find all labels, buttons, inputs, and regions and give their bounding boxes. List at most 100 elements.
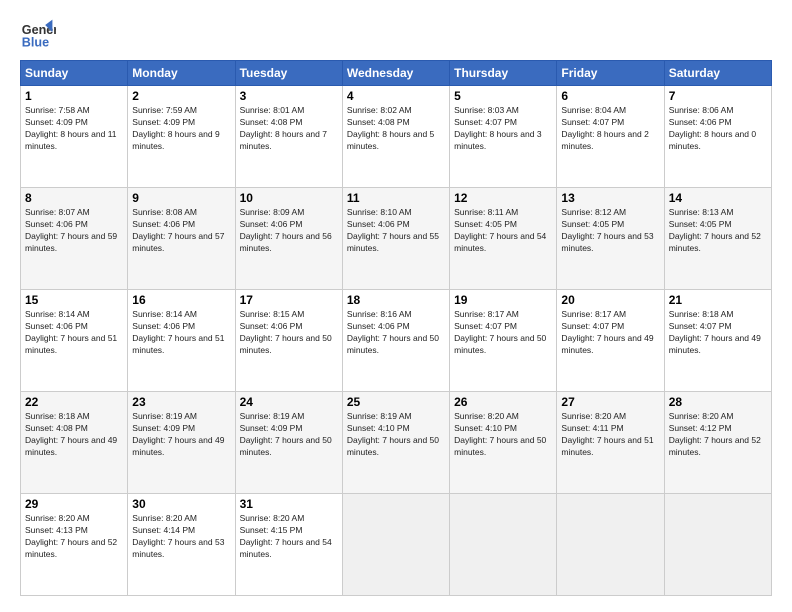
day-number: 17 — [240, 293, 338, 307]
day-cell: 14 Sunrise: 8:13 AMSunset: 4:05 PMDaylig… — [664, 188, 771, 290]
day-cell: 31 Sunrise: 8:20 AMSunset: 4:15 PMDaylig… — [235, 494, 342, 596]
logo: General Blue — [20, 16, 60, 52]
day-details: Sunrise: 8:17 AMSunset: 4:07 PMDaylight:… — [454, 309, 546, 355]
day-number: 4 — [347, 89, 445, 103]
day-number: 16 — [132, 293, 230, 307]
day-number: 24 — [240, 395, 338, 409]
day-details: Sunrise: 8:20 AMSunset: 4:10 PMDaylight:… — [454, 411, 546, 457]
logo-icon: General Blue — [20, 16, 56, 52]
day-number: 10 — [240, 191, 338, 205]
day-number: 5 — [454, 89, 552, 103]
day-number: 11 — [347, 191, 445, 205]
day-number: 9 — [132, 191, 230, 205]
day-details: Sunrise: 8:16 AMSunset: 4:06 PMDaylight:… — [347, 309, 439, 355]
day-number: 18 — [347, 293, 445, 307]
day-cell: 5 Sunrise: 8:03 AMSunset: 4:07 PMDayligh… — [450, 86, 557, 188]
day-cell: 8 Sunrise: 8:07 AMSunset: 4:06 PMDayligh… — [21, 188, 128, 290]
day-number: 27 — [561, 395, 659, 409]
day-details: Sunrise: 8:20 AMSunset: 4:11 PMDaylight:… — [561, 411, 653, 457]
day-cell: 10 Sunrise: 8:09 AMSunset: 4:06 PMDaylig… — [235, 188, 342, 290]
week-row-4: 29 Sunrise: 8:20 AMSunset: 4:13 PMDaylig… — [21, 494, 772, 596]
day-details: Sunrise: 8:04 AMSunset: 4:07 PMDaylight:… — [561, 105, 648, 151]
day-cell: 13 Sunrise: 8:12 AMSunset: 4:05 PMDaylig… — [557, 188, 664, 290]
day-number: 28 — [669, 395, 767, 409]
day-cell: 18 Sunrise: 8:16 AMSunset: 4:06 PMDaylig… — [342, 290, 449, 392]
header-monday: Monday — [128, 61, 235, 86]
day-cell — [342, 494, 449, 596]
header-wednesday: Wednesday — [342, 61, 449, 86]
day-details: Sunrise: 8:08 AMSunset: 4:06 PMDaylight:… — [132, 207, 224, 253]
day-cell: 1 Sunrise: 7:58 AMSunset: 4:09 PMDayligh… — [21, 86, 128, 188]
day-number: 1 — [25, 89, 123, 103]
day-cell: 26 Sunrise: 8:20 AMSunset: 4:10 PMDaylig… — [450, 392, 557, 494]
svg-text:Blue: Blue — [22, 36, 49, 50]
day-number: 7 — [669, 89, 767, 103]
day-cell: 19 Sunrise: 8:17 AMSunset: 4:07 PMDaylig… — [450, 290, 557, 392]
day-details: Sunrise: 8:20 AMSunset: 4:14 PMDaylight:… — [132, 513, 224, 559]
day-details: Sunrise: 8:19 AMSunset: 4:09 PMDaylight:… — [240, 411, 332, 457]
day-number: 29 — [25, 497, 123, 511]
day-details: Sunrise: 8:01 AMSunset: 4:08 PMDaylight:… — [240, 105, 327, 151]
day-number: 31 — [240, 497, 338, 511]
day-cell — [664, 494, 771, 596]
day-number: 19 — [454, 293, 552, 307]
day-cell: 3 Sunrise: 8:01 AMSunset: 4:08 PMDayligh… — [235, 86, 342, 188]
day-details: Sunrise: 8:15 AMSunset: 4:06 PMDaylight:… — [240, 309, 332, 355]
day-cell: 21 Sunrise: 8:18 AMSunset: 4:07 PMDaylig… — [664, 290, 771, 392]
week-row-1: 8 Sunrise: 8:07 AMSunset: 4:06 PMDayligh… — [21, 188, 772, 290]
day-details: Sunrise: 8:06 AMSunset: 4:06 PMDaylight:… — [669, 105, 756, 151]
day-number: 25 — [347, 395, 445, 409]
day-number: 14 — [669, 191, 767, 205]
header-friday: Friday — [557, 61, 664, 86]
day-cell: 9 Sunrise: 8:08 AMSunset: 4:06 PMDayligh… — [128, 188, 235, 290]
day-details: Sunrise: 8:14 AMSunset: 4:06 PMDaylight:… — [25, 309, 117, 355]
day-cell: 28 Sunrise: 8:20 AMSunset: 4:12 PMDaylig… — [664, 392, 771, 494]
week-row-2: 15 Sunrise: 8:14 AMSunset: 4:06 PMDaylig… — [21, 290, 772, 392]
day-number: 6 — [561, 89, 659, 103]
week-row-0: 1 Sunrise: 7:58 AMSunset: 4:09 PMDayligh… — [21, 86, 772, 188]
day-number: 22 — [25, 395, 123, 409]
day-details: Sunrise: 8:14 AMSunset: 4:06 PMDaylight:… — [132, 309, 224, 355]
day-details: Sunrise: 8:11 AMSunset: 4:05 PMDaylight:… — [454, 207, 546, 253]
day-number: 12 — [454, 191, 552, 205]
day-cell: 25 Sunrise: 8:19 AMSunset: 4:10 PMDaylig… — [342, 392, 449, 494]
day-cell: 11 Sunrise: 8:10 AMSunset: 4:06 PMDaylig… — [342, 188, 449, 290]
day-details: Sunrise: 8:19 AMSunset: 4:09 PMDaylight:… — [132, 411, 224, 457]
day-details: Sunrise: 7:58 AMSunset: 4:09 PMDaylight:… — [25, 105, 117, 151]
day-details: Sunrise: 8:19 AMSunset: 4:10 PMDaylight:… — [347, 411, 439, 457]
day-cell — [557, 494, 664, 596]
calendar-table: SundayMondayTuesdayWednesdayThursdayFrid… — [20, 60, 772, 596]
day-number: 15 — [25, 293, 123, 307]
day-cell: 6 Sunrise: 8:04 AMSunset: 4:07 PMDayligh… — [557, 86, 664, 188]
day-cell: 7 Sunrise: 8:06 AMSunset: 4:06 PMDayligh… — [664, 86, 771, 188]
day-details: Sunrise: 8:18 AMSunset: 4:07 PMDaylight:… — [669, 309, 761, 355]
day-details: Sunrise: 8:02 AMSunset: 4:08 PMDaylight:… — [347, 105, 434, 151]
day-number: 21 — [669, 293, 767, 307]
header: General Blue — [20, 16, 772, 52]
day-details: Sunrise: 8:12 AMSunset: 4:05 PMDaylight:… — [561, 207, 653, 253]
day-details: Sunrise: 8:20 AMSunset: 4:12 PMDaylight:… — [669, 411, 761, 457]
day-cell: 27 Sunrise: 8:20 AMSunset: 4:11 PMDaylig… — [557, 392, 664, 494]
day-cell — [450, 494, 557, 596]
day-details: Sunrise: 8:03 AMSunset: 4:07 PMDaylight:… — [454, 105, 541, 151]
day-details: Sunrise: 8:10 AMSunset: 4:06 PMDaylight:… — [347, 207, 439, 253]
day-number: 23 — [132, 395, 230, 409]
day-details: Sunrise: 8:09 AMSunset: 4:06 PMDaylight:… — [240, 207, 332, 253]
day-details: Sunrise: 8:18 AMSunset: 4:08 PMDaylight:… — [25, 411, 117, 457]
header-thursday: Thursday — [450, 61, 557, 86]
day-number: 8 — [25, 191, 123, 205]
day-cell: 4 Sunrise: 8:02 AMSunset: 4:08 PMDayligh… — [342, 86, 449, 188]
day-number: 30 — [132, 497, 230, 511]
day-cell: 30 Sunrise: 8:20 AMSunset: 4:14 PMDaylig… — [128, 494, 235, 596]
day-cell: 29 Sunrise: 8:20 AMSunset: 4:13 PMDaylig… — [21, 494, 128, 596]
day-cell: 2 Sunrise: 7:59 AMSunset: 4:09 PMDayligh… — [128, 86, 235, 188]
day-number: 13 — [561, 191, 659, 205]
header-sunday: Sunday — [21, 61, 128, 86]
day-cell: 24 Sunrise: 8:19 AMSunset: 4:09 PMDaylig… — [235, 392, 342, 494]
day-details: Sunrise: 8:17 AMSunset: 4:07 PMDaylight:… — [561, 309, 653, 355]
day-details: Sunrise: 8:20 AMSunset: 4:15 PMDaylight:… — [240, 513, 332, 559]
day-number: 26 — [454, 395, 552, 409]
day-cell: 20 Sunrise: 8:17 AMSunset: 4:07 PMDaylig… — [557, 290, 664, 392]
day-cell: 22 Sunrise: 8:18 AMSunset: 4:08 PMDaylig… — [21, 392, 128, 494]
day-details: Sunrise: 8:07 AMSunset: 4:06 PMDaylight:… — [25, 207, 117, 253]
